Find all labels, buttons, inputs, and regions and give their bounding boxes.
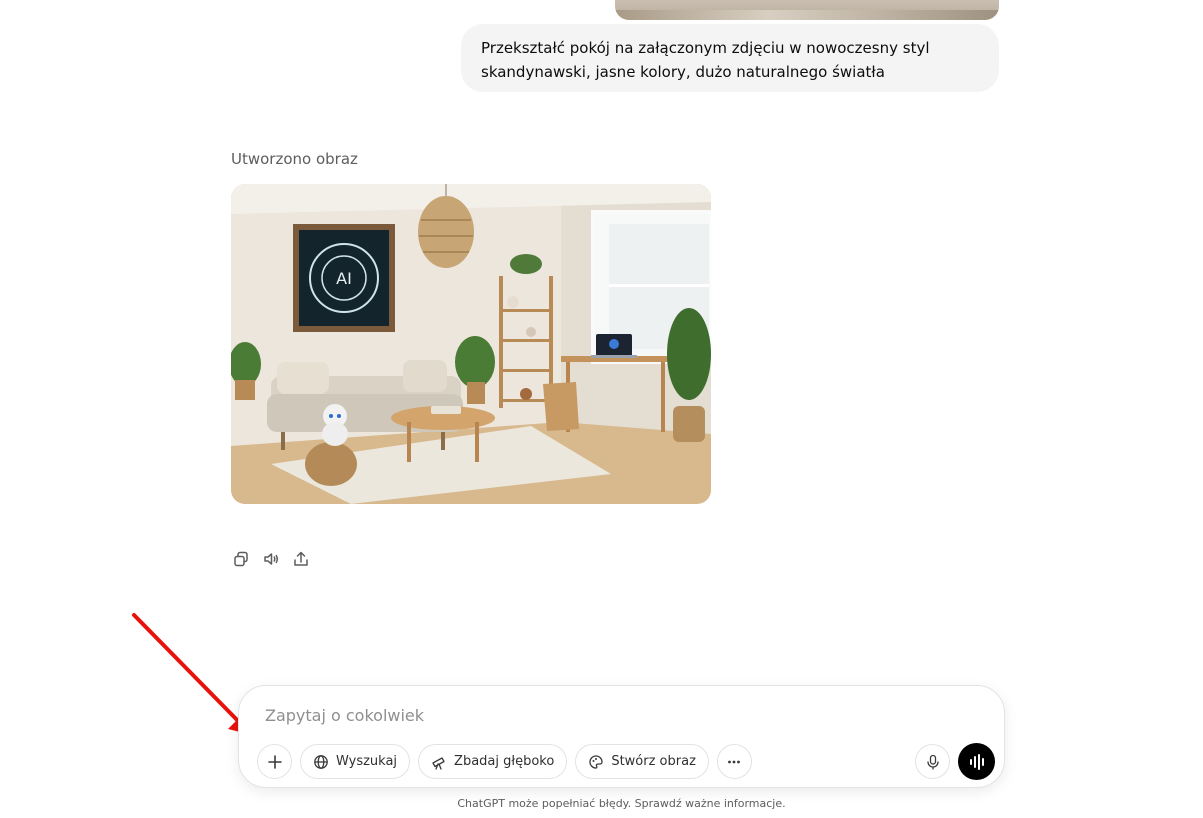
user-message-text: Przekształć pokój na załączonym zdjęciu … <box>481 39 930 81</box>
message-actions <box>229 548 313 570</box>
create-image-label: Stwórz obraz <box>611 754 696 769</box>
share-button[interactable] <box>289 548 313 570</box>
generated-image[interactable]: AI <box>231 184 711 504</box>
voice-mode-button[interactable] <box>958 743 995 780</box>
disclaimer-text: ChatGPT może popełniać błędy. Sprawdź wa… <box>457 797 786 810</box>
search-label: Wyszukaj <box>336 754 398 769</box>
poster-text: AI <box>336 269 352 288</box>
prompt-input[interactable] <box>265 702 965 728</box>
palette-brush-icon <box>589 754 603 769</box>
dictate-button[interactable] <box>915 744 950 779</box>
ellipsis-icon <box>728 760 741 763</box>
previous-uploaded-image[interactable] <box>615 0 999 20</box>
ai-poster: AI <box>293 224 395 332</box>
telescope-icon <box>432 756 445 770</box>
voice-mode-icon <box>969 753 984 770</box>
more-tools-button[interactable] <box>716 744 752 779</box>
user-message-bubble: Przekształć pokój na załączonym zdjęciu … <box>461 24 999 92</box>
previous-image-floor <box>615 10 999 20</box>
composer-toolbar: Wyszukaj Zbadaj głęboko Stwórz obraz <box>257 744 752 779</box>
deep-research-label: Zbadaj głęboko <box>454 754 555 769</box>
globe-icon <box>314 754 328 769</box>
prompt-composer: Wyszukaj Zbadaj głęboko Stwórz obraz <box>238 685 1005 788</box>
share-icon <box>294 551 308 566</box>
microphone-icon <box>926 754 939 770</box>
generated-room-illustration: AI <box>231 184 711 504</box>
assistant-status-label: Utworzono obraz <box>231 150 358 168</box>
copy-button[interactable] <box>229 548 253 570</box>
plus-icon <box>267 754 282 769</box>
deep-research-button[interactable]: Zbadaj głęboko <box>418 744 568 779</box>
read-aloud-button[interactable] <box>259 548 283 570</box>
copy-icon <box>234 551 248 567</box>
create-image-button[interactable]: Stwórz obraz <box>575 744 709 779</box>
read-aloud-icon <box>264 553 278 565</box>
search-button[interactable]: Wyszukaj <box>300 744 411 779</box>
add-attachment-button[interactable] <box>257 744 292 779</box>
chat-page: Przekształć pokój na załączonym zdjęciu … <box>0 0 1203 818</box>
